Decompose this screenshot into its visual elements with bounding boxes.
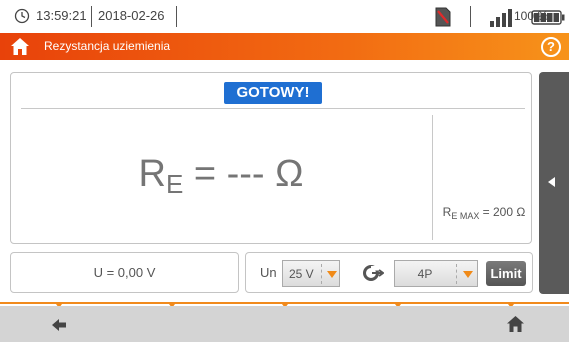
home-icon[interactable]: [506, 315, 525, 333]
status-divider: [91, 6, 92, 27]
method-select[interactable]: 4P: [394, 260, 478, 287]
limit-button[interactable]: Limit: [486, 261, 526, 286]
side-panel-tab[interactable]: [539, 72, 569, 294]
settings-box: Un 25 V 4P Limit: [245, 252, 533, 293]
chevron-down-icon: [463, 271, 473, 278]
signal-strength-icon: [490, 9, 512, 27]
measurement-panel: GOTOWY! RE = --- Ω RE MAX = 200 Ω: [10, 72, 532, 244]
status-badge: GOTOWY!: [224, 82, 322, 104]
un-label: Un: [260, 265, 277, 280]
chevron-left-icon: [548, 177, 555, 187]
reading-symbol: R: [138, 153, 166, 195]
voltage-reading: U = 0,00 V: [93, 265, 156, 280]
reading-subscript: E: [165, 169, 184, 199]
resistance-reading: RE = --- Ω: [11, 153, 431, 200]
home-icon[interactable]: [10, 37, 30, 56]
limit-value: = 200 Ω: [479, 205, 526, 219]
battery-icon: [531, 10, 565, 25]
limit-symbol: R: [442, 205, 452, 219]
status-time: 13:59:21: [36, 8, 87, 23]
panel-divider: [21, 108, 525, 109]
status-bar: 13:59:21 2018-02-26 100 %: [0, 0, 569, 33]
limit-subscript: E MAX: [451, 211, 480, 221]
bottom-nav-bar: [0, 306, 569, 342]
page-title: Rezystancja uziemienia: [44, 39, 171, 53]
dropdown-separator: [456, 264, 457, 284]
chevron-down-icon: [327, 271, 337, 278]
status-divider: [176, 6, 177, 27]
dropdown-separator: [321, 264, 322, 284]
voltage-select[interactable]: 25 V: [282, 260, 340, 287]
back-arrow-icon[interactable]: [51, 318, 67, 332]
clamp-method-icon: [363, 265, 384, 281]
panel-vertical-divider: [432, 115, 433, 240]
help-icon[interactable]: ?: [541, 37, 561, 57]
method-select-value: 4P: [417, 267, 433, 281]
voltage-select-value: 25 V: [289, 267, 314, 281]
title-bar: Rezystancja uziemienia ?: [0, 33, 569, 60]
status-date: 2018-02-26: [98, 8, 165, 23]
voltage-box: U = 0,00 V: [10, 252, 239, 293]
status-divider: [470, 6, 471, 27]
limit-reading: RE MAX = 200 Ω: [435, 205, 533, 221]
reading-value: = --- Ω: [183, 153, 304, 195]
sd-card-icon: [435, 7, 451, 27]
clock-icon: [14, 8, 30, 24]
